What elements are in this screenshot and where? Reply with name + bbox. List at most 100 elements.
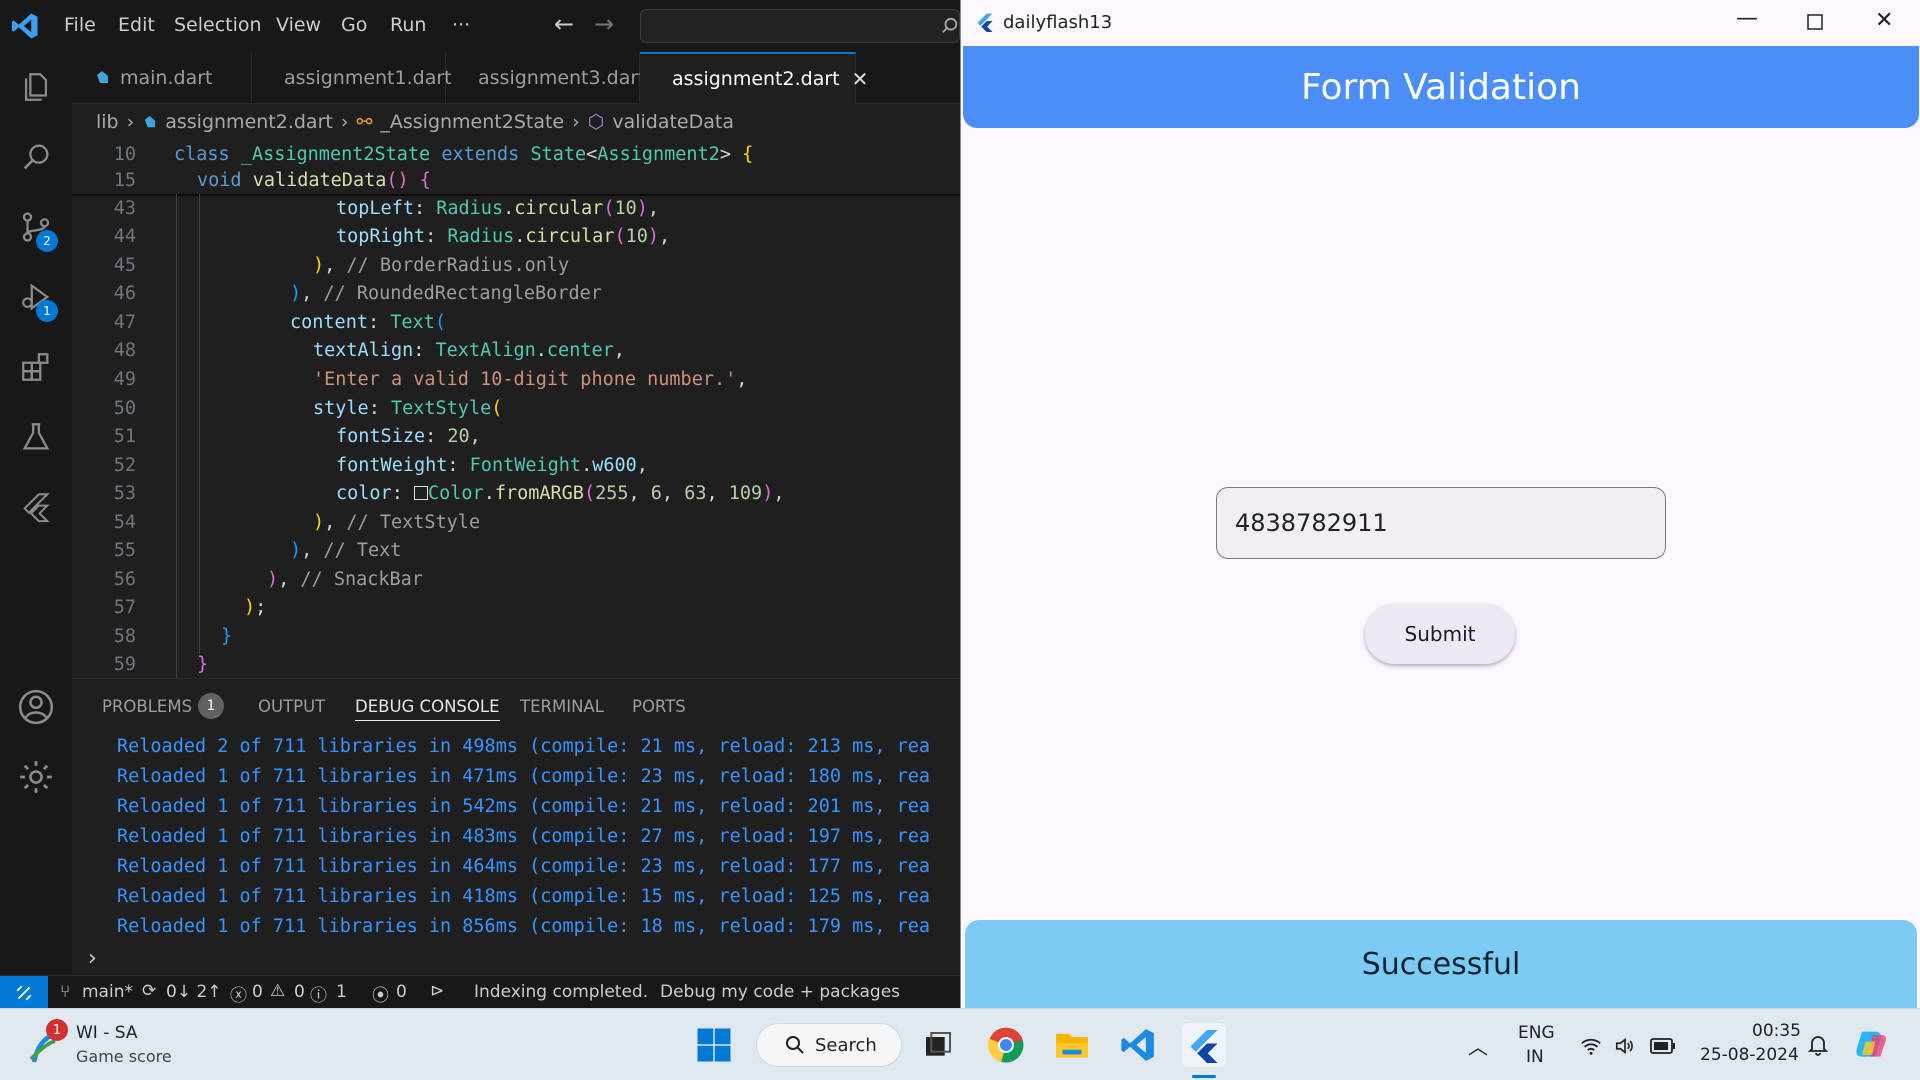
tab-terminal[interactable]: TERMINAL [520,697,604,716]
close-window-icon[interactable]: ✕ [1875,8,1893,33]
magnifier-icon [23,144,49,170]
menu-view[interactable]: View [276,14,321,36]
line-number: 10 [113,144,136,165]
submit-label: Submit [1404,622,1476,646]
clock-date[interactable]: 25-08-2024 [1700,1045,1799,1065]
tab-assignment2-dart[interactable]: assignment2.dart ✕ [640,52,868,104]
code-line: class _Assignment2State extends State<As… [174,144,754,165]
chrome-taskbar-button[interactable] [984,1023,1028,1067]
tab-debug-console[interactable]: DEBUG CONSOLE [355,697,500,721]
menu-more[interactable]: ··· [452,14,470,36]
tab-assignment3-dart[interactable]: assignment3.dart [446,52,646,104]
menu-file[interactable]: File [64,14,96,36]
line-number: 53 [113,483,136,504]
line-number: 43 [113,198,136,219]
taskbar-search[interactable]: Search [756,1023,902,1067]
code-line: ), // SnackBar [267,569,423,590]
copilot-icon[interactable] [1852,1025,1892,1065]
maximize-icon[interactable] [1807,14,1823,30]
branch-name[interactable]: main* [82,982,133,1002]
error-count[interactable]: 0 [252,982,263,1002]
extensions-button[interactable] [0,332,72,402]
source-control-badge: 2 [36,230,58,252]
remote-icon [16,985,32,1000]
code-editor[interactable]: 10 15 43 44 45 46 47 48 49 50 51 52 53 5… [72,140,960,678]
sync-status[interactable]: 0↓ 2↑ [166,982,222,1002]
code-line: color: Color.fromARGB(255, 6, 63, 109), [336,483,785,504]
source-control-button[interactable]: 2 [0,192,72,262]
submit-button[interactable]: Submit [1365,604,1515,664]
color-swatch-icon[interactable] [413,486,428,500]
search-view-button[interactable] [0,122,72,192]
tab-problems[interactable]: PROBLEMS [102,697,192,716]
notification-bell-icon[interactable] [1806,1033,1830,1057]
region-indicator[interactable]: IN [1526,1047,1544,1067]
line-number: 45 [113,255,136,276]
tab-main-dart[interactable]: main.dart [72,52,252,104]
manage-button[interactable] [0,742,72,812]
tab-assignment1-dart[interactable]: assignment1.dart [252,52,452,104]
code-line: textAlign: TextAlign.center, [313,340,625,361]
code-line: ), // BorderRadius.only [313,255,570,276]
flask-icon [22,423,50,450]
language-indicator[interactable]: ENG [1518,1023,1555,1043]
line-number: 47 [113,312,136,333]
breadcrumb-folder[interactable]: lib [96,111,119,133]
snackbar: Successful [965,920,1917,1008]
line-number: 57 [113,597,136,618]
clock-time[interactable]: 00:35 [1752,1021,1801,1041]
branch-icon: ⑂ [60,982,71,1002]
file-explorer-taskbar-button[interactable] [1050,1023,1094,1067]
activity-bar: 2 1 [0,52,72,975]
code-line: } [197,654,209,675]
minimize-icon[interactable]: — [1736,6,1758,31]
snackbar-text: Successful [1361,946,1521,982]
testing-button[interactable] [0,402,72,472]
breadcrumb-method[interactable]: validateData [612,111,734,133]
forward-arrow-icon[interactable]: → [594,10,614,38]
start-button[interactable] [692,1023,736,1067]
tab-output[interactable]: OUTPUT [258,697,325,716]
volume-icon[interactable] [1614,1035,1636,1057]
remote-indicator[interactable] [0,976,48,1009]
dart-file-icon [97,71,108,83]
debug-mode[interactable]: Debug my code + packages [660,982,900,1002]
app-bar-title: Form Validation [1301,66,1581,108]
debug-console-output[interactable]: Reloaded 2 of 711 libraries in 498ms (co… [72,732,960,944]
menu-run[interactable]: Run [390,14,426,36]
phone-number-field[interactable]: 4838782911 [1216,487,1666,559]
phone-number-value: 4838782911 [1235,509,1388,537]
menu-go[interactable]: Go [341,14,367,36]
ports-count[interactable]: 0 [396,982,407,1002]
line-number: 54 [113,512,136,533]
menu-selection[interactable]: Selection [174,14,262,36]
explorer-button[interactable] [0,52,72,122]
command-center-search[interactable] [640,9,960,43]
error-icon: ⓧ [230,986,247,1006]
tab-ports[interactable]: PORTS [632,697,686,716]
code-line: } [221,626,233,647]
sticky-scroll-divider [72,194,960,196]
back-arrow-icon[interactable]: ← [554,10,574,38]
task-view-button[interactable] [916,1023,960,1067]
warning-count[interactable]: 0 [294,982,305,1002]
news-title: WI - SA [76,1023,138,1043]
battery-icon[interactable] [1650,1037,1676,1055]
vscode-icon [1121,1029,1154,1061]
run-debug-button[interactable]: 1 [0,262,72,332]
wifi-icon[interactable] [1580,1035,1602,1057]
breadcrumb-class[interactable]: _Assignment2State [380,111,564,133]
close-icon[interactable]: ✕ [852,67,869,91]
task-view-icon [926,1032,951,1056]
menu-edit[interactable]: Edit [118,14,155,36]
info-count[interactable]: 1 [336,982,347,1002]
breadcrumb-file[interactable]: assignment2.dart [165,111,333,133]
accounts-button[interactable] [0,672,72,742]
code-line: ), // Text [290,540,402,561]
flutter-app-taskbar-button[interactable] [1182,1023,1226,1067]
flutter-button[interactable] [0,472,72,542]
news-widget[interactable]: 1 WI - SA Game score [24,1019,244,1071]
show-hidden-icons-chevron-icon[interactable]: ︿ [1468,1031,1488,1060]
vscode-taskbar-button[interactable] [1116,1023,1160,1067]
console-input-chevron-icon[interactable]: › [88,946,97,971]
